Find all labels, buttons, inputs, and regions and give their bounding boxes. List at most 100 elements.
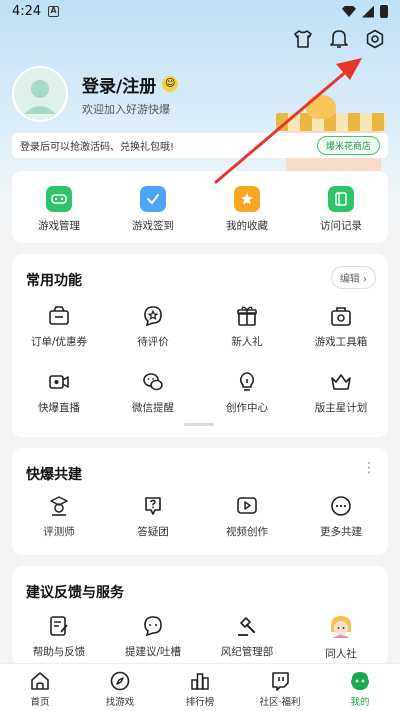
settings-icon xyxy=(366,29,384,49)
welcome-text: 欢迎加入好游快爆 xyxy=(82,102,170,116)
more-icon xyxy=(331,496,351,516)
func-item-pending-review[interactable]: 待评价 xyxy=(106,304,200,349)
outfit-button[interactable] xyxy=(292,28,314,50)
bell-icon xyxy=(330,30,348,48)
cobuild-item-video-create[interactable]: 视频创作 xyxy=(200,494,294,539)
common-functions-card: 常用功能 编辑 › 订单/优惠券 待评价 新人礼 游戏工具箱 快爆直播 微信提醒 xyxy=(12,254,388,437)
feedback-item-discipline[interactable]: 风纪管理部 xyxy=(200,614,294,661)
func-item-label: 待评价 xyxy=(137,336,169,348)
cobuild-item-label: 更多共建 xyxy=(320,526,362,538)
func-item-label: 微信提醒 xyxy=(132,402,174,414)
func-item-creator-center[interactable]: 创作中心 xyxy=(200,370,294,415)
func-item-live[interactable]: 快爆直播 xyxy=(12,370,106,415)
coupon-icon xyxy=(49,306,69,325)
compass-icon xyxy=(110,671,130,691)
tab-label: 首页 xyxy=(30,697,50,708)
wifi-icon xyxy=(342,6,356,17)
tab-label: 找游戏 xyxy=(105,697,135,708)
func-item-label: 快爆直播 xyxy=(38,402,80,414)
bulb-icon xyxy=(239,372,255,391)
tab-me[interactable]: 我的 xyxy=(320,664,400,711)
gavel-icon xyxy=(238,617,255,636)
profile-section[interactable]: 登录/注册 ☺ 欢迎加入好游快爆 xyxy=(12,66,179,122)
quick-item-label: 游戏签到 xyxy=(132,220,174,232)
tab-find-games[interactable]: 找游戏 xyxy=(80,664,160,711)
star-icon xyxy=(234,186,260,212)
cobuild-title: 快爆共建 xyxy=(26,467,82,483)
feedback-item-label: 风纪管理部 xyxy=(220,646,274,658)
gift-icon xyxy=(237,306,257,326)
video-camera-icon xyxy=(49,375,69,389)
more-dots-icon[interactable]: ⋮ xyxy=(362,460,376,476)
bottom-tab-bar: 首页 找游戏 排行榜 社区·福利 我的 xyxy=(0,663,400,711)
feedback-item-suggest[interactable]: 提建议/吐槽 xyxy=(106,614,200,661)
func-item-wechat-remind[interactable]: 微信提醒 xyxy=(106,370,200,415)
tshirt-icon xyxy=(294,30,312,48)
cobuild-item-more[interactable]: 更多共建 xyxy=(294,494,388,539)
quick-item-game-checkin[interactable]: 游戏签到 xyxy=(106,186,200,233)
wechat-icon xyxy=(143,373,163,391)
page-indicator xyxy=(184,423,214,426)
play-icon xyxy=(237,497,257,514)
feedback-title: 建议反馈与服务 xyxy=(26,585,124,601)
func-item-label: 创作中心 xyxy=(226,402,268,414)
quick-item-label: 游戏管理 xyxy=(38,220,80,232)
func-item-newbie-gift[interactable]: 新人礼 xyxy=(200,304,294,349)
feedback-item-label: 同人社 xyxy=(325,648,357,660)
quick-item-game-manage[interactable]: 游戏管理 xyxy=(12,186,106,233)
me-icon xyxy=(351,672,369,690)
login-label: 登录/注册 xyxy=(82,76,157,97)
quick-item-favorites[interactable]: 我的收藏 xyxy=(200,186,294,233)
twitch-icon xyxy=(272,672,289,691)
func-item-label: 新人礼 xyxy=(231,336,263,348)
common-functions-title: 常用功能 xyxy=(26,273,82,289)
cobuild-item-label: 视频创作 xyxy=(226,526,268,538)
func-item-toolbox[interactable]: 游戏工具箱 xyxy=(294,304,388,349)
login-tip-banner[interactable]: 登录后可以抢激活码、兑换礼包哦! 爆米花商店 xyxy=(12,133,388,158)
cobuild-item-label: 评测师 xyxy=(43,526,75,538)
review-star-icon xyxy=(144,306,162,327)
calendar-check-icon xyxy=(140,186,166,212)
status-time: 4:24 xyxy=(12,4,42,19)
avatar[interactable] xyxy=(12,66,68,122)
tab-community[interactable]: 社区·福利 xyxy=(240,664,320,711)
popcorn-shop-button[interactable]: 爆米花商店 xyxy=(316,136,380,155)
func-item-label: 游戏工具箱 xyxy=(314,336,368,348)
anime-avatar-icon xyxy=(331,616,351,638)
feedback-item-fan-club[interactable]: 同人社 xyxy=(294,614,388,661)
func-item-label: 订单/优惠券 xyxy=(30,336,88,348)
quick-item-label: 访问记录 xyxy=(320,220,362,232)
question-icon xyxy=(145,497,161,515)
gamepad-icon xyxy=(46,186,72,212)
tab-rankings[interactable]: 排行榜 xyxy=(160,664,240,711)
toolbox-icon xyxy=(331,307,351,326)
login-register-link[interactable]: 登录/注册 ☺ xyxy=(82,72,179,97)
tab-label: 排行榜 xyxy=(185,697,215,708)
smile-emoji-icon: ☺ xyxy=(162,76,179,92)
quick-item-history[interactable]: 访问记录 xyxy=(294,186,388,233)
default-avatar-icon xyxy=(14,68,66,120)
func-item-orders[interactable]: 订单/优惠券 xyxy=(12,304,106,349)
edit-note-icon xyxy=(50,616,68,636)
settings-button[interactable] xyxy=(364,28,386,50)
feedback-item-label: 帮助与反馈 xyxy=(32,646,86,658)
chat-icon xyxy=(144,616,162,637)
edit-button[interactable]: 编辑 › xyxy=(330,266,376,289)
cobuild-item-reviewer[interactable]: 评测师 xyxy=(12,494,106,539)
top-actions xyxy=(292,28,386,50)
cobuild-item-label: 答疑团 xyxy=(137,526,169,538)
crown-icon xyxy=(331,374,351,390)
func-item-label: 版主星计划 xyxy=(314,402,368,414)
banner-text: 登录后可以抢激活码、兑换礼包哦! xyxy=(20,142,175,153)
status-bar: 4:24 A xyxy=(0,0,400,24)
tab-home[interactable]: 首页 xyxy=(0,664,80,711)
reviewer-icon xyxy=(50,496,68,516)
feedback-item-help[interactable]: 帮助与反馈 xyxy=(12,614,106,661)
cobuild-item-qa-team[interactable]: 答疑团 xyxy=(106,494,200,539)
cobuild-card: 快爆共建 ⋮ 评测师 答疑团 视频创作 更多共建 xyxy=(12,448,388,555)
func-item-moderator-plan[interactable]: 版主星计划 xyxy=(294,370,388,415)
notifications-button[interactable] xyxy=(328,28,350,50)
quick-item-label: 我的收藏 xyxy=(226,220,268,232)
home-icon xyxy=(31,672,49,690)
tab-label: 我的 xyxy=(350,697,370,708)
